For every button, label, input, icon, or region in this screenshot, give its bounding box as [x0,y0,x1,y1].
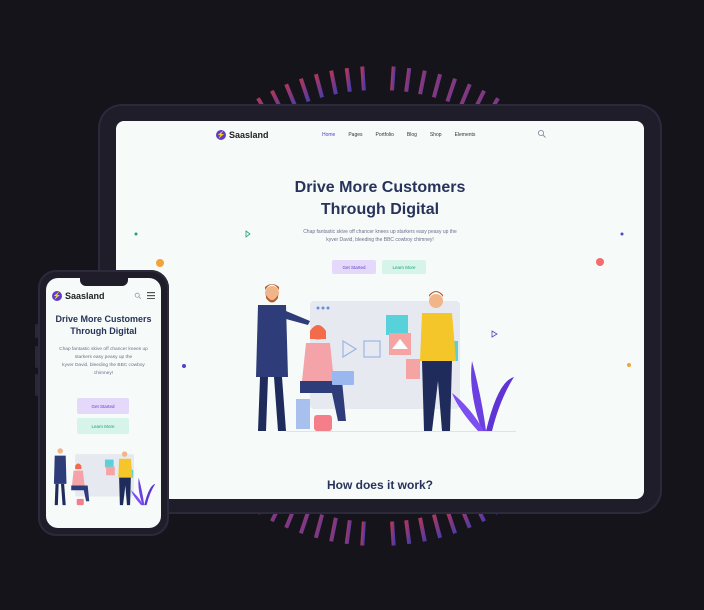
phone-hero-subtitle: Chap fantastic skive off chancer knees u… [52,346,155,378]
ring-tick [445,78,457,103]
ring-tick [418,517,427,542]
hero-sub-line-3: kyver David, bleeding the BBC cowboy [62,363,145,368]
phone-side-button [35,324,38,338]
phone-side-button [35,374,38,396]
phone-side-button [35,346,38,368]
ring-tick [418,70,427,95]
ring-tick [329,517,338,542]
phone-device: ⚡ Saasland Drive More Customers Through … [35,270,169,536]
ring-tick [404,67,412,93]
hero-sub-line-4: chimney! [93,371,114,376]
tablet-screen: ⚡ Saasland Home Pages Portfolio Blog Sho… [116,121,644,499]
phone-screen: ⚡ Saasland Drive More Customers Through … [46,278,161,528]
team-illustration [53,448,156,506]
hero-title-line-1: Drive More Customers [55,314,152,324]
ring-tick [313,73,325,98]
hamburger-menu-icon[interactable] [147,292,155,299]
ring-tick [329,70,338,95]
phone-brand-name: Saasland [65,291,105,301]
ring-tick [431,514,443,539]
saasland-logo-icon: ⚡ [52,291,62,301]
ring-tick [390,66,396,91]
phone-logo[interactable]: ⚡ Saasland [52,291,105,301]
ring-tick [360,66,366,91]
ring-tick [313,514,325,539]
team-illustration [256,284,516,432]
phone-hero-title: Drive More Customers Through Digital [46,313,161,337]
ring-tick [344,67,352,93]
hero-sub-line-2: starkers easy peasy up the [74,355,133,360]
ring-tick [390,521,396,546]
ring-tick [404,519,412,545]
ring-tick [360,521,366,546]
ring-tick [344,519,352,545]
how-it-works-heading: How does it work? [326,478,433,492]
get-started-button[interactable]: Get Started [77,398,129,414]
phone-notch [80,278,128,286]
showcase-stage: ⚡ Saasland Home Pages Portfolio Blog Sho… [0,0,704,610]
learn-more-button[interactable]: Learn More [77,418,129,434]
ring-tick [299,78,311,103]
tablet-device: ⚡ Saasland Home Pages Portfolio Blog Sho… [98,104,662,514]
hero-title-line-2: Through Digital [70,326,137,336]
ring-tick [431,73,443,98]
search-icon[interactable] [134,292,142,300]
hero-sub-line-1: Chap fantastic skive off chancer knees u… [59,347,148,352]
